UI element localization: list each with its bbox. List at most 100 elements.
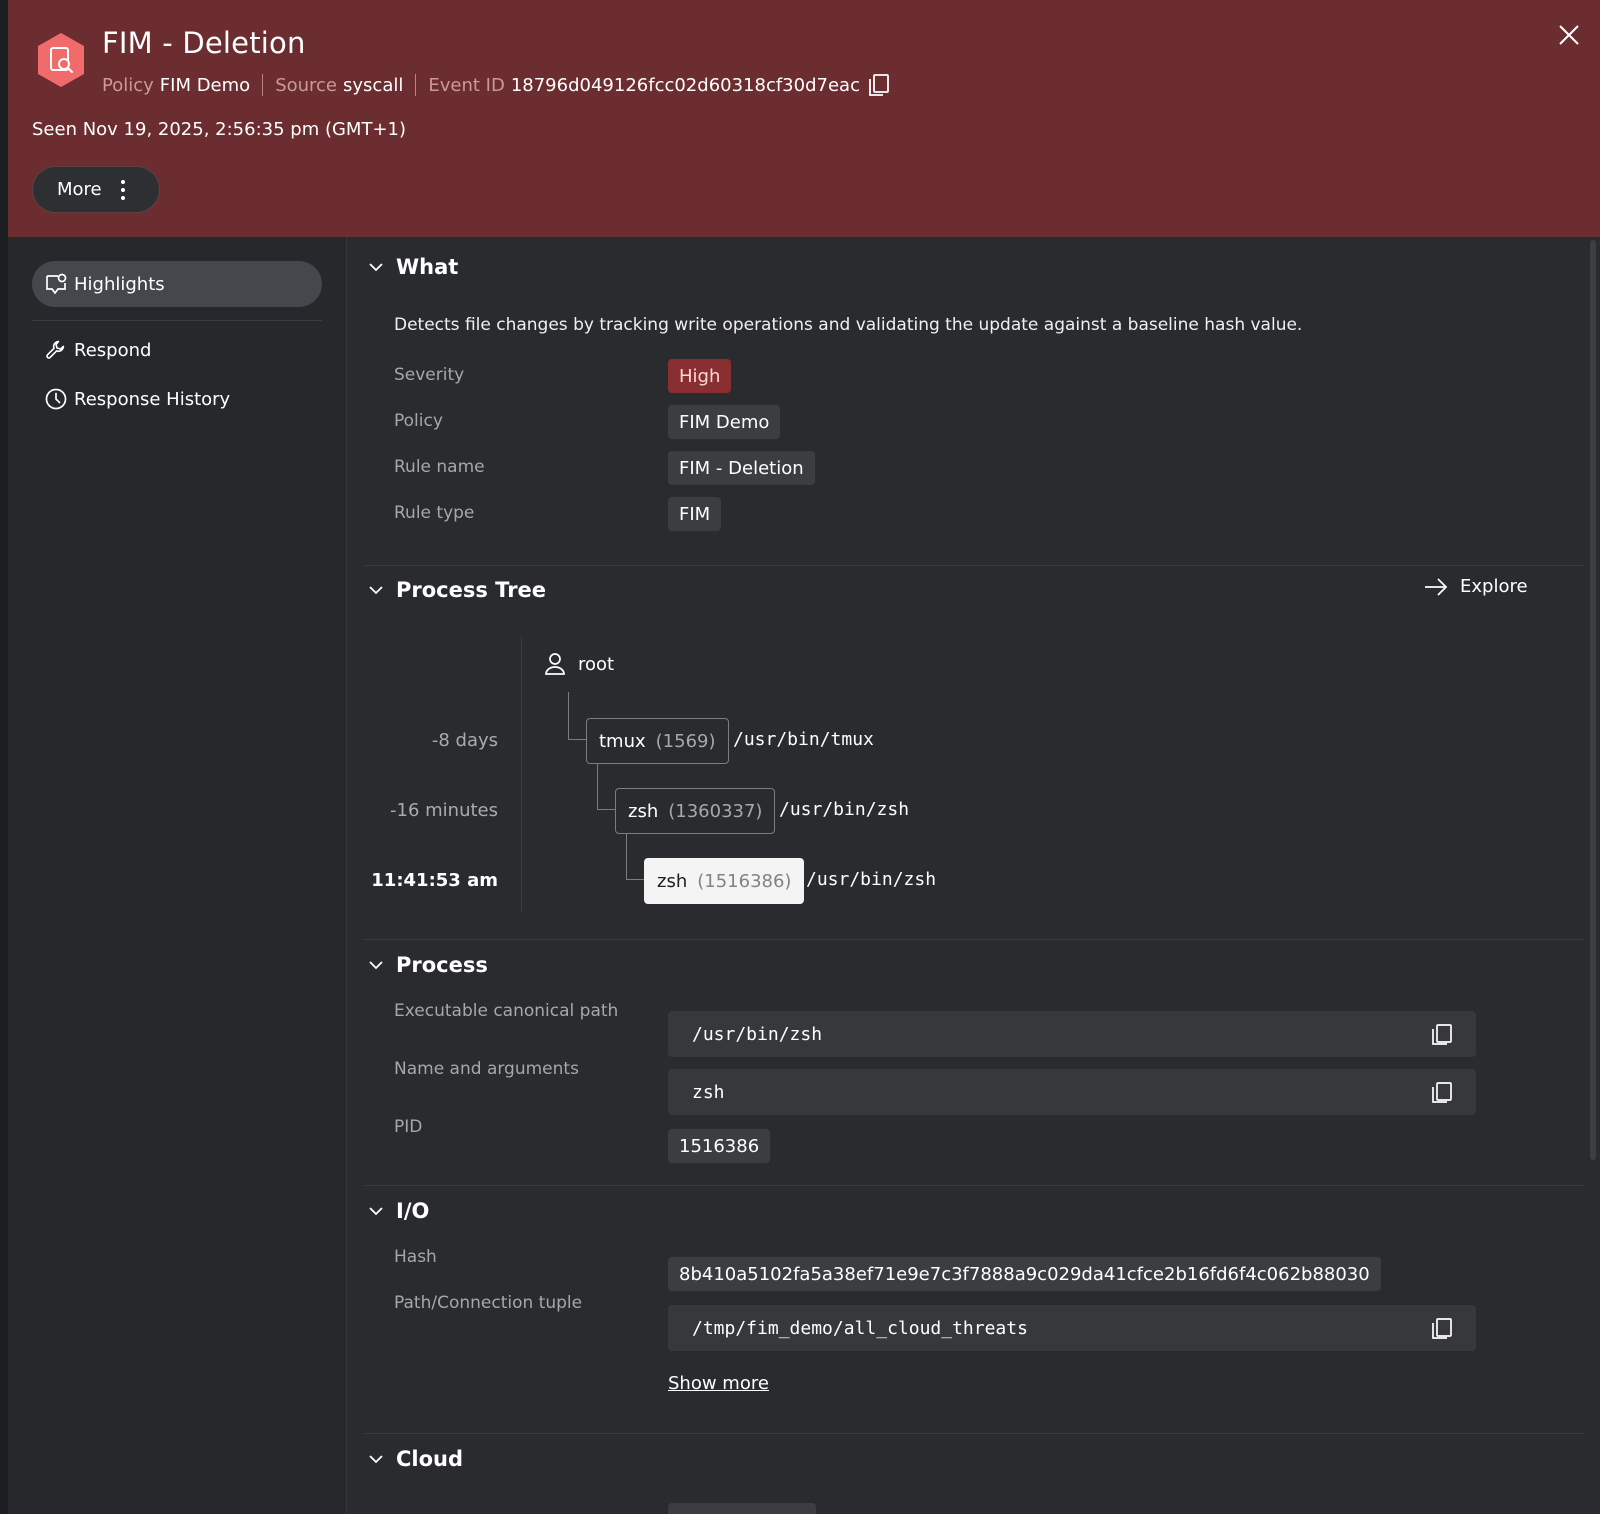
process-name: zsh: [657, 870, 688, 892]
tree-time-label: 11:41:53 am: [371, 870, 498, 891]
section-header-what[interactable]: What: [368, 255, 458, 279]
sidebar-item-label: Highlights: [74, 273, 165, 295]
section-divider: [364, 939, 1584, 940]
pid-label: PID: [394, 1117, 423, 1137]
tree-node-zsh-selected[interactable]: zsh (1516386): [644, 858, 805, 904]
process-name: tmux: [599, 730, 646, 752]
detail-sidebar: Highlights Respond Response History: [8, 237, 347, 1514]
copy-icon[interactable]: [1430, 1022, 1454, 1046]
section-header-process[interactable]: Process: [368, 953, 488, 977]
sidebar-divider: [32, 320, 322, 321]
clock-icon: [45, 388, 67, 410]
section-title: What: [396, 255, 459, 279]
timeline-divider: [521, 637, 522, 913]
tree-node-zsh-parent[interactable]: zsh (1360337): [615, 788, 776, 834]
copy-icon[interactable]: [1430, 1316, 1454, 1340]
tree-connector: [568, 692, 586, 740]
event-title: FIM - Deletion: [102, 26, 306, 60]
process-name: zsh: [628, 800, 659, 822]
explore-link[interactable]: Explore: [1424, 576, 1528, 597]
arrow-right-icon: [1425, 577, 1448, 596]
meta-policy-value: FIM Demo: [159, 74, 251, 96]
pid-tag: 1516386: [668, 1129, 771, 1163]
rule-type-label: Rule type: [394, 503, 475, 523]
background-strip: [0, 0, 8, 1514]
policy-label: Policy: [394, 411, 443, 431]
meta-source-key: Source: [275, 74, 338, 96]
meta-source-value: syscall: [343, 74, 404, 96]
exec-path-label: Executable canonical path: [394, 1001, 619, 1021]
sidebar-item-highlights[interactable]: Highlights: [32, 261, 322, 307]
scrollbar[interactable]: [1590, 240, 1596, 1160]
hash-tag: 8b410a5102fa5a38ef71e9e7c3f7888a9c029da4…: [668, 1257, 1381, 1291]
tree-connector: [626, 834, 644, 880]
path-tuple-field: /tmp/fim_demo/all_cloud_threats: [668, 1305, 1476, 1351]
user-icon: [545, 653, 565, 675]
sidebar-item-label: Respond: [74, 339, 152, 361]
section-title: I/O: [396, 1199, 430, 1223]
process-pid: (1516386): [697, 870, 792, 892]
section-divider: [364, 1185, 1584, 1186]
process-pid: (1360337): [668, 800, 763, 822]
tree-time-label: -8 days: [431, 730, 498, 751]
tree-node-tmux[interactable]: tmux (1569): [586, 718, 729, 764]
meta-policy-key: Policy: [102, 74, 154, 96]
highlights-icon: [46, 273, 67, 295]
explore-label: Explore: [1460, 576, 1528, 597]
kebab-menu-icon: [121, 180, 125, 200]
close-icon[interactable]: [1556, 22, 1582, 48]
section-header-cloud[interactable]: Cloud: [368, 1447, 463, 1471]
show-more-link[interactable]: Show more: [668, 1373, 769, 1394]
section-header-process-tree[interactable]: Process Tree: [368, 578, 546, 602]
chevron-down-icon: [369, 1455, 383, 1464]
rule-name-tag: FIM - Deletion: [668, 451, 815, 485]
name-args-value: zsh: [692, 1081, 725, 1103]
process-path: /usr/bin/tmux: [733, 729, 874, 750]
rule-description: Detects file changes by tracking write o…: [394, 315, 1303, 335]
copy-icon[interactable]: [1430, 1080, 1454, 1104]
chevron-down-icon: [369, 1207, 383, 1216]
section-divider: [364, 1433, 1584, 1434]
rule-type-tag: FIM: [668, 497, 722, 531]
section-title: Process: [396, 953, 488, 977]
sidebar-item-respond[interactable]: Respond: [32, 330, 322, 370]
chevron-down-icon: [369, 263, 383, 272]
process-path: /usr/bin/zsh: [806, 869, 937, 890]
section-header-io[interactable]: I/O: [368, 1199, 429, 1223]
exec-path-field: /usr/bin/zsh: [668, 1011, 1476, 1057]
name-args-label: Name and arguments: [394, 1059, 579, 1079]
sidebar-item-response-history[interactable]: Response History: [32, 379, 322, 419]
section-title: Process Tree: [396, 578, 547, 602]
chevron-down-icon: [369, 961, 383, 970]
severity-label: Severity: [394, 365, 465, 385]
process-pid: (1569): [655, 730, 716, 752]
event-detail-panel: FIM - Deletion Policy FIM Demo Source sy…: [8, 0, 1600, 1514]
severity-badge: High: [668, 359, 732, 393]
tree-connector: [597, 764, 615, 810]
process-path: /usr/bin/zsh: [779, 799, 910, 820]
copy-event-id-icon[interactable]: [868, 73, 890, 97]
cloud-field-partial: [668, 1503, 816, 1514]
section-title: Cloud: [396, 1447, 464, 1471]
path-tuple-label: Path/Connection tuple: [394, 1293, 583, 1313]
tree-time-label: -16 minutes: [390, 800, 498, 821]
wrench-icon: [46, 340, 65, 359]
event-header: FIM - Deletion Policy FIM Demo Source sy…: [8, 0, 1600, 237]
rule-name-label: Rule name: [394, 457, 485, 477]
path-tuple-value: /tmp/fim_demo/all_cloud_threats: [692, 1317, 1028, 1339]
name-args-field: zsh: [668, 1069, 1476, 1115]
meta-separator: [262, 74, 264, 96]
section-divider: [364, 565, 1584, 566]
meta-separator: [415, 74, 417, 96]
root-user-name: root: [578, 653, 615, 675]
seen-timestamp: Seen Nov 19, 2025, 2:56:35 pm (GMT+1): [32, 119, 407, 140]
more-button-label: More: [57, 179, 102, 200]
meta-event-id-key: Event ID: [428, 74, 505, 96]
tree-root-user: root: [544, 652, 614, 676]
hash-label: Hash: [394, 1247, 437, 1267]
more-button[interactable]: More: [32, 166, 160, 213]
fim-event-icon: [38, 33, 84, 87]
sidebar-item-label: Response History: [74, 388, 231, 410]
chevron-down-icon: [369, 586, 383, 595]
detail-content: What Detects file changes by tracking wr…: [348, 237, 1600, 1514]
